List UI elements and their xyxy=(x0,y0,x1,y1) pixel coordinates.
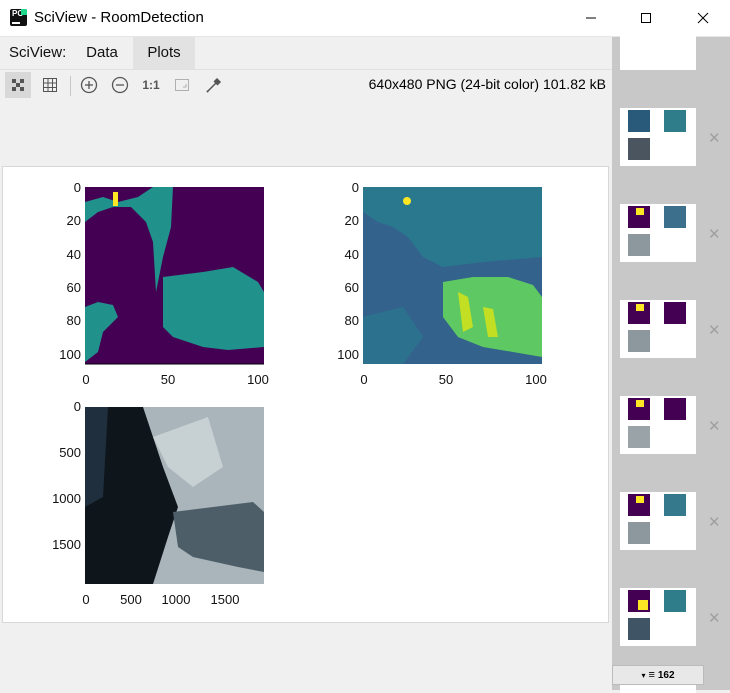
p2-ytick-3: 60 xyxy=(344,280,359,295)
plot-thumbnail[interactable] xyxy=(620,588,696,646)
plot-thumbnail[interactable] xyxy=(620,34,696,70)
heatmap-2-hotspot xyxy=(403,197,411,205)
list-icon: ≡ xyxy=(648,669,655,681)
plot-image-panel: 0 20 40 60 80 100 0 50 100 0 20 40 60 80… xyxy=(2,166,609,623)
close-icon[interactable]: ✕ xyxy=(708,225,721,243)
p3-ytick-2: 1000 xyxy=(52,491,81,506)
zoom-out-icon xyxy=(111,76,129,94)
image-toolbar: 1:1 640x480 PNG (24-bit color) 101.82 kB xyxy=(0,70,612,100)
maximize-button[interactable] xyxy=(623,0,669,36)
plot-thumbnail[interactable] xyxy=(620,108,696,166)
p3-xtick-1: 500 xyxy=(120,592,142,607)
transparency-checker-button[interactable] xyxy=(5,72,31,98)
close-icon[interactable]: ✕ xyxy=(708,129,721,147)
p2-ytick-4: 80 xyxy=(344,313,359,328)
plot-thumbnail[interactable] xyxy=(620,204,696,262)
close-icon xyxy=(697,12,709,24)
p1-ytick-4: 80 xyxy=(66,313,81,328)
tab-data[interactable]: Data xyxy=(72,37,132,69)
title-bar: PC SciView - RoomDetection xyxy=(0,0,730,37)
p1-ytick-1: 20 xyxy=(66,213,81,228)
p3-xtick-2: 1000 xyxy=(161,592,191,607)
p2-xtick-1: 50 xyxy=(438,372,454,387)
subplot-3 xyxy=(85,407,264,584)
zoom-in-button[interactable] xyxy=(76,72,102,98)
close-icon[interactable]: ✕ xyxy=(708,321,721,339)
close-button[interactable] xyxy=(680,0,726,36)
p3-xtick-0: 0 xyxy=(82,592,90,607)
p3-ytick-0: 0 xyxy=(73,399,81,414)
plot-thumbnail[interactable] xyxy=(620,396,696,454)
plot-thumbnail[interactable] xyxy=(620,300,696,358)
eyedropper-icon xyxy=(206,77,222,93)
image-info: 640x480 PNG (24-bit color) 101.82 kB xyxy=(368,76,606,92)
close-icon[interactable]: ✕ xyxy=(708,417,721,435)
actual-size-button[interactable]: 1:1 xyxy=(138,72,164,98)
window-title: SciView - RoomDetection xyxy=(34,9,204,26)
p1-xtick-2: 100 xyxy=(247,372,269,387)
dropdown-arrow-icon: ▾ xyxy=(641,670,646,680)
p2-ytick-5: 100 xyxy=(337,347,359,362)
fit-zoom-button[interactable] xyxy=(169,72,195,98)
plot-thumbnail[interactable] xyxy=(620,492,696,550)
close-icon[interactable]: ✕ xyxy=(708,609,721,627)
p1-xtick-0: 0 xyxy=(82,372,90,387)
pycharm-icon: PC xyxy=(10,9,27,26)
minimize-button[interactable] xyxy=(568,0,614,36)
p2-ytick-2: 40 xyxy=(344,247,359,262)
plot-figure xyxy=(85,187,542,584)
heatmap-1-region-right xyxy=(163,267,264,350)
p1-xtick-1: 50 xyxy=(160,372,176,387)
sciview-label: SciView: xyxy=(9,44,67,61)
checkerboard-icon xyxy=(12,79,24,91)
p3-xtick-3: 1500 xyxy=(210,592,240,607)
p3-ytick-1: 500 xyxy=(59,445,81,460)
plots-history-sidebar: ✕ ✕ ✕ ✕ ✕ ✕ xyxy=(612,34,730,693)
p2-xtick-2: 100 xyxy=(525,372,547,387)
minimize-icon xyxy=(586,17,596,19)
history-count: 162 xyxy=(657,669,675,681)
fit-window-icon xyxy=(175,79,189,91)
color-picker-button[interactable] xyxy=(201,72,227,98)
history-counter[interactable]: ▾ ≡ 162 xyxy=(612,665,704,685)
p2-xtick-0: 0 xyxy=(360,372,368,387)
subplot-1 xyxy=(85,187,264,365)
tab-plots[interactable]: Plots xyxy=(133,37,195,69)
subplot-2 xyxy=(363,187,542,364)
p1-ytick-0: 0 xyxy=(73,180,81,195)
zoom-out-button[interactable] xyxy=(107,72,133,98)
maximize-icon xyxy=(641,13,651,23)
zoom-in-icon xyxy=(80,76,98,94)
p2-ytick-1: 20 xyxy=(344,213,359,228)
p1-ytick-5: 100 xyxy=(59,347,81,362)
close-icon[interactable]: ✕ xyxy=(708,513,721,531)
p1-ytick-3: 60 xyxy=(66,280,81,295)
grid-icon xyxy=(43,78,57,92)
heatmap-1-hotspot xyxy=(113,192,118,206)
p3-ytick-3: 1500 xyxy=(52,537,81,552)
grid-button[interactable] xyxy=(37,72,63,98)
p1-ytick-2: 40 xyxy=(66,247,81,262)
p2-ytick-0: 0 xyxy=(351,180,359,195)
toolbar-separator xyxy=(70,76,71,96)
